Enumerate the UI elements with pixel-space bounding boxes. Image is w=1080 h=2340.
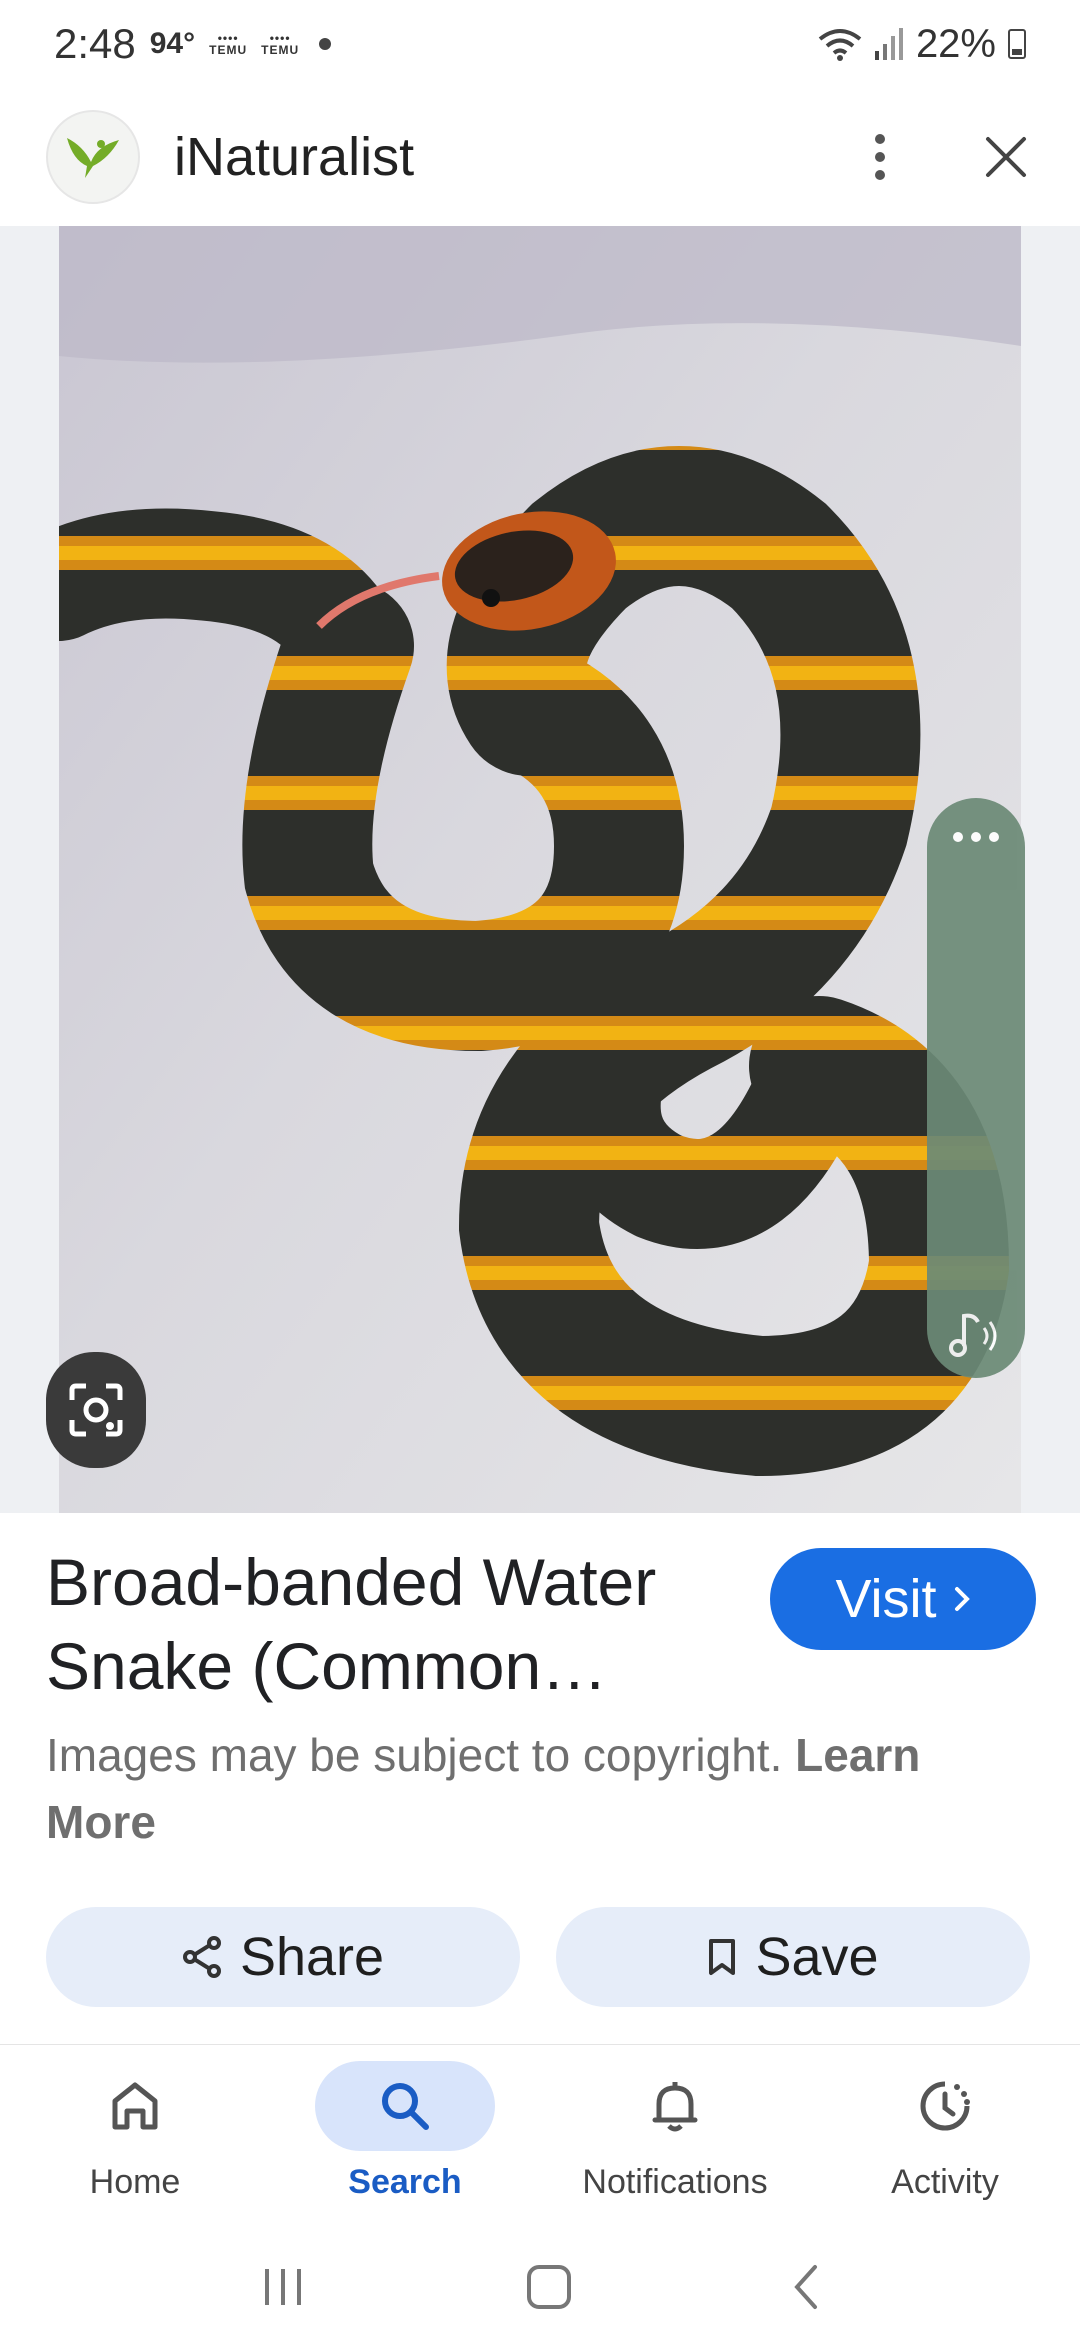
more-dots-icon[interactable] — [927, 832, 1025, 842]
wifi-icon — [818, 29, 862, 61]
status-time: 2:48 — [54, 20, 136, 67]
app-title: iNaturalist — [174, 127, 415, 187]
snake-photo[interactable] — [59, 226, 1021, 1513]
image-viewer — [0, 226, 1080, 1513]
back-icon[interactable] — [791, 2263, 821, 2311]
result-info: Broad-banded Water Snake (Common… Visit — [46, 1540, 1036, 1708]
lens-icon — [69, 1383, 123, 1437]
visit-label: Visit — [835, 1569, 937, 1629]
more-notifications-dot — [319, 38, 332, 50]
copyright-text: Images may be subject to copyright. — [46, 1729, 783, 1781]
nav-item-search[interactable]: Search — [270, 2045, 540, 2234]
bottom-navigation: Home Search Notifications Activity — [0, 2044, 1080, 2234]
action-buttons: Share Save — [46, 1907, 1030, 2007]
battery-icon — [1008, 29, 1026, 59]
assistant-side-panel[interactable] — [927, 798, 1025, 1378]
bookmark-icon — [709, 1939, 736, 1975]
temu-notification-icon: •••• TEMU — [261, 31, 300, 57]
activity-icon — [855, 2061, 1035, 2151]
temu-notification-icon: •••• TEMU — [209, 31, 248, 57]
nav-item-notifications[interactable]: Notifications — [540, 2045, 810, 2234]
music-note-icon[interactable] — [927, 1310, 1025, 1360]
nav-label-activity: Activity — [891, 2163, 999, 2201]
home-icon — [45, 2061, 225, 2151]
share-icon — [182, 1936, 221, 1978]
home-button-icon[interactable] — [525, 2263, 573, 2311]
save-button[interactable]: Save — [556, 1907, 1030, 2007]
close-icon[interactable] — [978, 129, 1034, 185]
nav-item-home[interactable]: Home — [0, 2045, 270, 2234]
inaturalist-logo-icon — [46, 110, 140, 204]
signal-icon — [874, 28, 903, 60]
result-title[interactable]: Broad-banded Water Snake (Common… — [46, 1540, 746, 1708]
google-lens-button[interactable] — [46, 1352, 146, 1468]
share-button[interactable]: Share — [46, 1907, 520, 2007]
recent-apps-icon[interactable] — [259, 2265, 307, 2309]
visit-button[interactable]: Visit — [770, 1548, 1036, 1650]
chevron-right-icon — [954, 1587, 970, 1611]
system-navigation-bar — [0, 2234, 1080, 2340]
more-options-icon[interactable] — [852, 129, 908, 185]
bell-icon — [585, 2061, 765, 2151]
status-bar: 2:48 94° •••• TEMU •••• TEMU 22% — [0, 0, 1080, 88]
app-header: iNaturalist — [0, 88, 1080, 226]
save-label: Save — [755, 1927, 879, 1987]
copyright-notice: Images may be subject to copyright. Lear… — [46, 1722, 1036, 1856]
search-icon — [315, 2061, 495, 2151]
nav-label-notifications: Notifications — [582, 2163, 768, 2201]
nav-item-activity[interactable]: Activity — [810, 2045, 1080, 2234]
nav-label-home: Home — [89, 2163, 181, 2201]
status-temperature: 94° — [149, 27, 196, 60]
nav-label-search: Search — [348, 2163, 462, 2201]
battery-percent: 22% — [915, 21, 996, 66]
share-label: Share — [239, 1927, 385, 1987]
